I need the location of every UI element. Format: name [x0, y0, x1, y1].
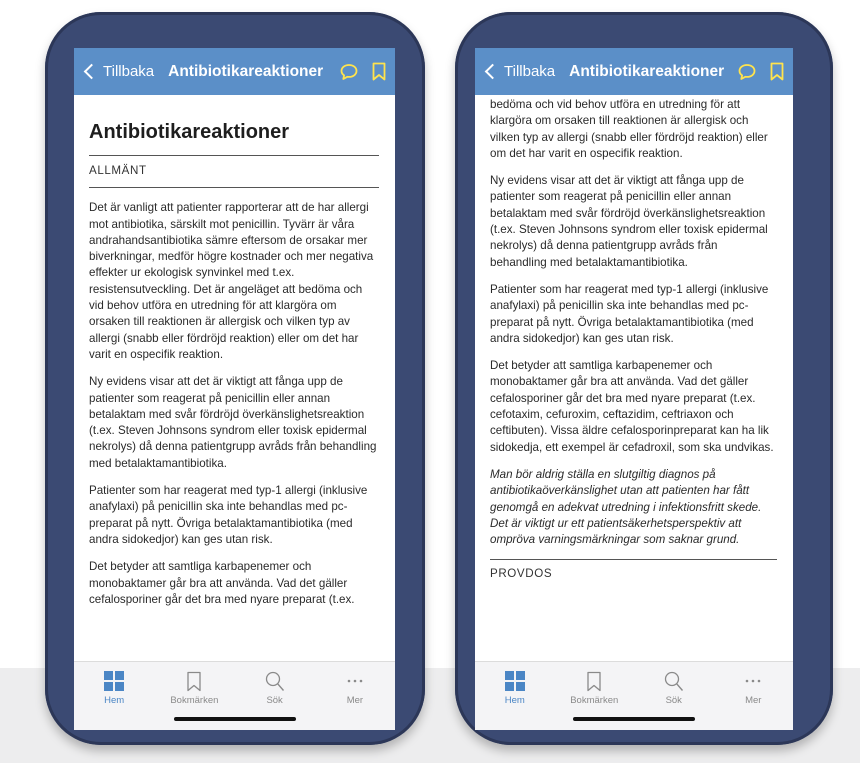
bookmark-icon[interactable] — [371, 62, 387, 81]
tab-label: Sök — [665, 695, 682, 706]
nav-title: Antibiotikareaktioner — [569, 62, 725, 80]
paragraph: Ny evidens visar att det är viktigt att … — [490, 174, 768, 269]
section-heading-allmant: ALLMÄNT — [89, 164, 147, 177]
tab-search[interactable]: Sök — [240, 670, 310, 706]
tab-label: Bokmärken — [570, 695, 619, 706]
grid-icon — [104, 671, 125, 691]
tab-label: Mer — [745, 695, 762, 706]
bookmark-icon — [587, 671, 601, 691]
comment-icon[interactable] — [339, 63, 359, 81]
section-heading-provdos: PROVDOS — [490, 567, 553, 581]
back-button[interactable]: Tillbaka — [483, 63, 555, 80]
chevron-left-icon — [484, 63, 501, 80]
tab-label: Hem — [104, 695, 125, 706]
tab-bookmarks[interactable]: Bokmärken — [159, 670, 229, 706]
home-indicator[interactable] — [573, 717, 695, 721]
italic-note: Man bör aldrig ställa en slutgiltig diag… — [490, 467, 762, 547]
tab-label: Sök — [266, 695, 283, 706]
tab-more[interactable]: Mer — [320, 670, 390, 706]
tab-search[interactable]: Sök — [639, 670, 709, 706]
paragraph: Patienter som har reagerat med typ-1 all… — [490, 282, 769, 345]
more-icon — [745, 679, 761, 683]
chevron-left-icon — [83, 63, 100, 80]
search-icon — [265, 671, 284, 691]
tab-home[interactable]: Hem — [480, 670, 550, 706]
back-label: Tillbaka — [103, 63, 155, 80]
back-label: Tillbaka — [504, 63, 556, 80]
phone-frame-left: Tillbaka Antibiotikareaktioner Antibioti… — [45, 12, 425, 745]
bookmark-icon[interactable] — [769, 62, 785, 81]
comment-icon[interactable] — [737, 63, 757, 81]
tab-bar: Hem Bokmärken Sök Mer — [475, 661, 793, 730]
paragraph: bedöma och vid behov utföra en utredning… — [490, 98, 768, 160]
divider — [89, 187, 379, 189]
paragraph: Patienter som har reagerat med typ-1 all… — [89, 484, 368, 546]
phone-screen-right: Tillbaka Antibiotikareaktioner bedöma oc… — [475, 48, 793, 730]
tab-label: Bokmärken — [170, 695, 219, 706]
paragraph: Det är vanligt att patienter rapporterar… — [89, 201, 374, 361]
article-content: Antibiotikareaktioner ALLMÄNT Det är van… — [74, 95, 395, 662]
phone-screen-left: Tillbaka Antibiotikareaktioner Antibioti… — [74, 48, 395, 730]
article-content: bedöma och vid behov utföra en utredning… — [475, 95, 793, 662]
paragraph: Ny evidens visar att det är viktigt att … — [89, 375, 377, 470]
more-icon — [347, 679, 363, 683]
tab-label: Mer — [346, 695, 364, 706]
tab-bar: Hem Bokmärken Sök Mer — [74, 661, 395, 730]
paragraph: Det betyder att samtliga karbapenemer oc… — [89, 560, 355, 606]
grid-icon — [504, 671, 525, 691]
paragraph: Det betyder att samtliga karbapenemer oc… — [490, 359, 774, 454]
tab-bookmarks[interactable]: Bokmärken — [559, 670, 629, 706]
phone-frame-right: Tillbaka Antibiotikareaktioner bedöma oc… — [455, 12, 833, 745]
home-indicator[interactable] — [173, 717, 296, 721]
back-button[interactable]: Tillbaka — [82, 63, 154, 80]
tab-home[interactable]: Hem — [79, 670, 149, 706]
bookmark-icon — [187, 671, 202, 691]
page-title: Antibiotikareaktioner — [89, 121, 290, 143]
nav-title: Antibiotikareaktioner — [168, 62, 324, 80]
divider — [490, 559, 777, 561]
divider — [89, 155, 379, 156]
tab-label: Hem — [504, 695, 525, 706]
tab-more[interactable]: Mer — [718, 670, 788, 706]
nav-bar: Tillbaka Antibiotikareaktioner — [74, 48, 395, 95]
search-icon — [664, 671, 683, 691]
nav-bar: Tillbaka Antibiotikareaktioner — [475, 48, 793, 95]
